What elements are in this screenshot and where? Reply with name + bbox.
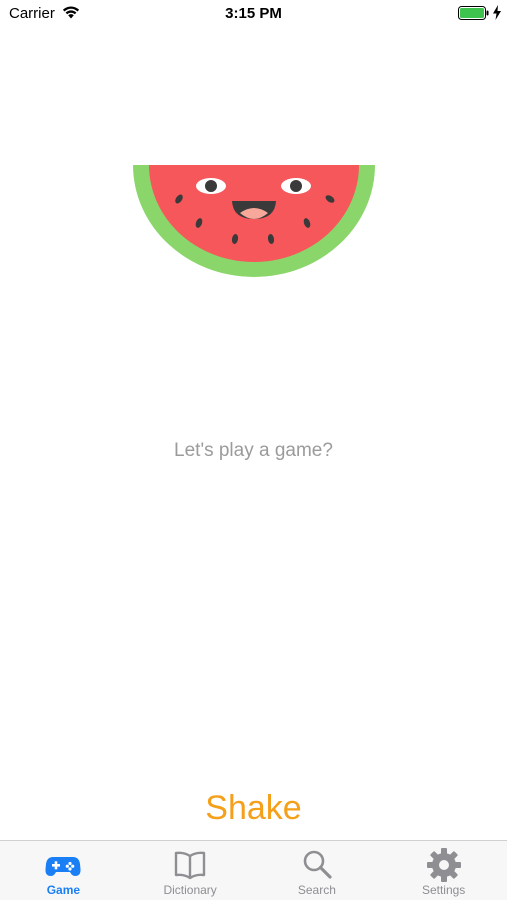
tab-label: Dictionary [163,883,217,897]
tab-bar: Game Dictionary Search Settings [0,840,507,900]
tab-label: Game [46,883,81,897]
shake-button[interactable]: Shake [0,789,507,828]
search-icon [303,850,332,879]
status-time: 3:15 PM [225,5,282,22]
gamepad-icon [45,857,81,876]
charging-bolt-icon [493,5,501,20]
tab-game[interactable]: Game [0,841,127,900]
tab-dictionary[interactable]: Dictionary [127,841,254,900]
tab-label: Settings [421,883,466,897]
book-icon [174,851,206,880]
watermelon-illustration [133,165,375,277]
battery-icon [458,6,489,20]
gear-icon [426,848,461,882]
game-prompt-text: Let's play a game? [174,440,333,461]
tab-search[interactable]: Search [254,841,381,900]
tab-settings[interactable]: Settings [380,841,507,900]
status-bar: Carrier 3:15 PM [0,0,507,28]
tab-label: Search [297,883,336,897]
app-screen: Carrier 3:15 PM Let's play a game? Shake… [0,0,507,900]
